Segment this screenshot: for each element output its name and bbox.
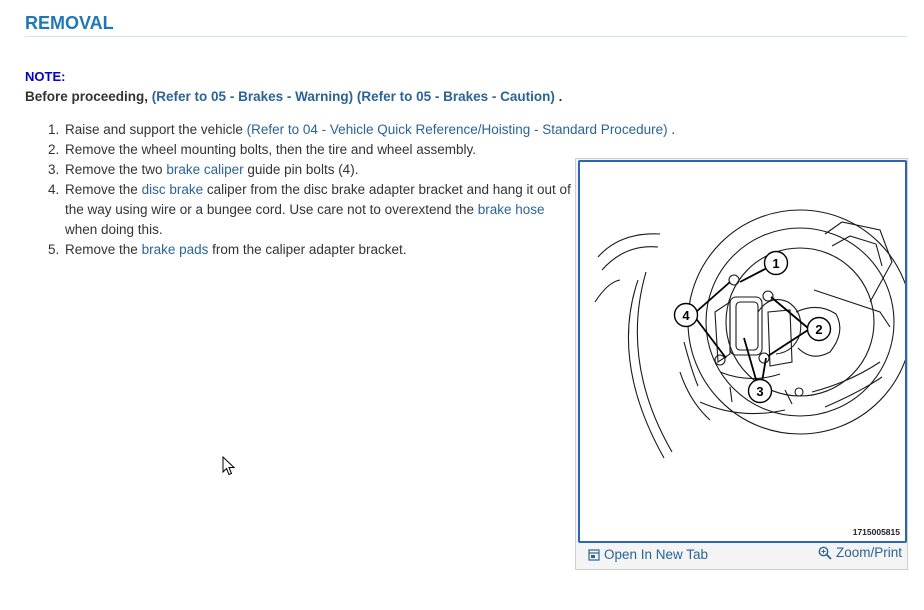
- callout-2: 2: [815, 322, 822, 337]
- disc-brake-link[interactable]: disc brake: [142, 182, 204, 197]
- brakes-caution-link[interactable]: (Refer to 05 - Brakes - Caution): [357, 89, 555, 104]
- note-text: Before proceeding, (Refer to 05 - Brakes…: [25, 89, 562, 104]
- brake-caliper-link[interactable]: brake caliper: [166, 162, 243, 177]
- open-in-new-tab-label: Open In New Tab: [604, 547, 709, 562]
- brake-pads-link[interactable]: brake pads: [142, 242, 209, 257]
- figure-id: 1715005815: [852, 527, 900, 537]
- magnifier-icon: [818, 546, 832, 560]
- step-text: Remove the: [65, 242, 138, 257]
- open-tab-icon: [588, 548, 600, 561]
- step-1: 1. Raise and support the vehicle (Refer …: [48, 120, 675, 140]
- step-number: 1.: [48, 122, 60, 137]
- open-in-new-tab-button[interactable]: Open In New Tab: [588, 547, 708, 562]
- callout-4: 4: [682, 308, 690, 323]
- note-label: NOTE:: [25, 69, 66, 84]
- section-title: REMOVAL: [25, 13, 114, 33]
- callout-1: 1: [772, 256, 779, 271]
- step-5: 5. Remove the brake pads from the calipe…: [48, 240, 575, 260]
- caliper-line-drawing: 1 2 3 4: [594, 209, 905, 459]
- figure-toolbar: Open In New Tab Zoom/Print: [576, 543, 907, 567]
- brake-hose-link[interactable]: brake hose: [478, 202, 545, 217]
- title-divider: [25, 36, 907, 37]
- figure-panel: 1 2 3 4 1715005815 Open In New Tab Zoom/…: [575, 158, 908, 570]
- zoom-print-label: Zoom/Print: [835, 545, 902, 560]
- callout-3: 3: [756, 384, 763, 399]
- step-text: when doing this.: [65, 222, 163, 237]
- step-2: 2. Remove the wheel mounting bolts, then…: [48, 140, 575, 160]
- note-lead: Before proceeding,: [25, 89, 149, 104]
- step-number: 4.: [48, 182, 60, 197]
- hoisting-procedure-link[interactable]: (Refer to 04 - Vehicle Quick Reference/H…: [247, 122, 668, 137]
- brakes-warning-link[interactable]: (Refer to 05 - Brakes - Warning): [152, 89, 353, 104]
- removal-steps: 1. Raise and support the vehicle (Refer …: [48, 120, 675, 260]
- step-text: Remove the: [65, 182, 138, 197]
- step-number: 2.: [48, 142, 60, 157]
- step-text: Remove the wheel mounting bolts, then th…: [65, 142, 476, 157]
- brake-caliper-illustration[interactable]: 1 2 3 4 1715005815: [578, 160, 907, 543]
- zoom-print-button[interactable]: Zoom/Print: [818, 545, 902, 560]
- step-3: 3. Remove the two brake caliper guide pi…: [48, 160, 575, 180]
- step-number: 5.: [48, 242, 60, 257]
- step-4: 4. Remove the disc brake caliper from th…: [48, 180, 575, 240]
- step-text: .: [671, 122, 676, 137]
- step-number: 3.: [48, 162, 60, 177]
- step-text: from the caliper adapter bracket.: [212, 242, 407, 257]
- step-text: Raise and support the vehicle: [65, 122, 243, 137]
- step-text: Remove the two: [65, 162, 163, 177]
- note-end: .: [558, 89, 563, 104]
- step-text: guide pin bolts (4).: [247, 162, 359, 177]
- mouse-cursor-icon: [222, 456, 236, 476]
